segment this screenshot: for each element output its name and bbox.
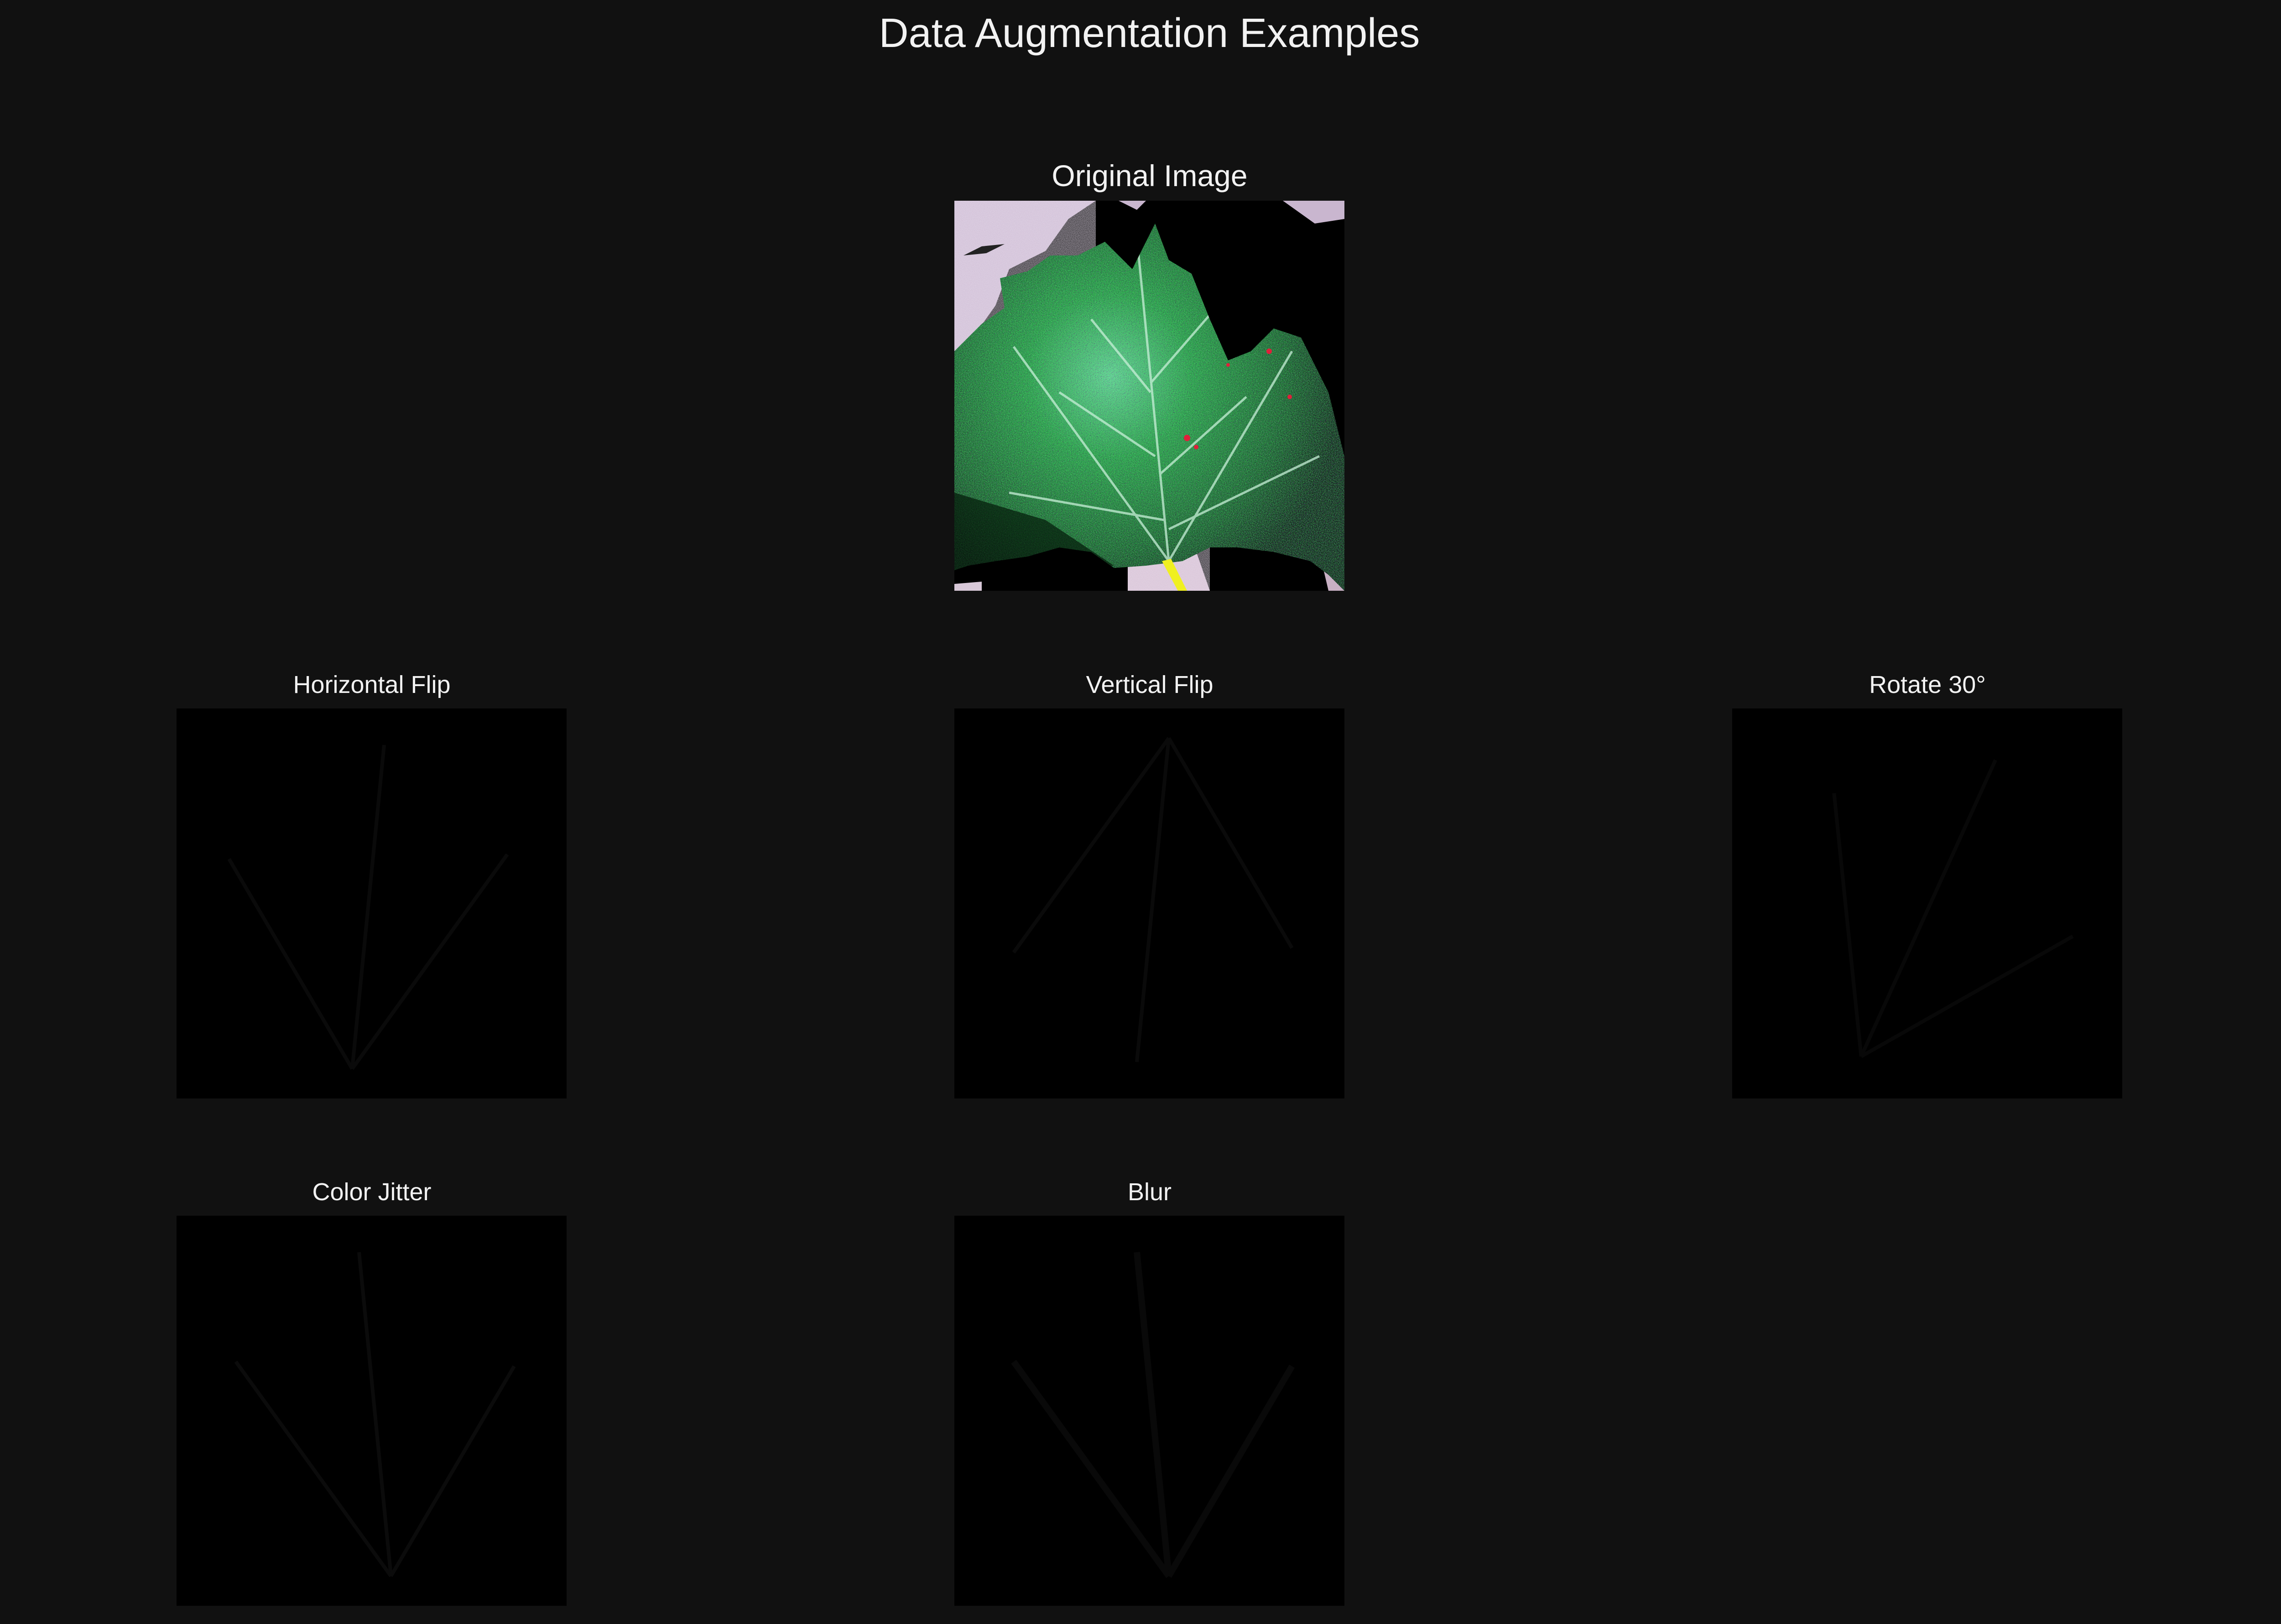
- horizontal-flip-image: [177, 708, 567, 1098]
- rotate-30-picture: [1732, 708, 2122, 1098]
- figure-title: Data Augmentation Examples: [879, 10, 1420, 56]
- rotate-30-image: [1732, 708, 2122, 1098]
- horizontal-flip-picture: [177, 708, 567, 1098]
- original-image: [954, 201, 1344, 591]
- figure-canvas: Data Augmentation Examples Original Imag…: [0, 0, 2281, 1624]
- color-jitter-title: Color Jitter: [312, 1178, 432, 1206]
- color-jitter-image: [177, 1216, 567, 1606]
- color-jitter-picture: [177, 1216, 567, 1606]
- original-image-title: Original Image: [1052, 159, 1248, 193]
- horizontal-flip-title: Horizontal Flip: [293, 671, 451, 698]
- vertical-flip-image: [954, 708, 1344, 1098]
- blur-image: [954, 1216, 1344, 1606]
- blur-title: Blur: [1127, 1178, 1172, 1206]
- original-leaf-picture: [954, 201, 1344, 591]
- rotate-30-title: Rotate 30°: [1869, 671, 1986, 698]
- vertical-flip-picture: [954, 708, 1344, 1098]
- blur-picture: [954, 1216, 1344, 1606]
- vertical-flip-title: Vertical Flip: [1086, 671, 1213, 698]
